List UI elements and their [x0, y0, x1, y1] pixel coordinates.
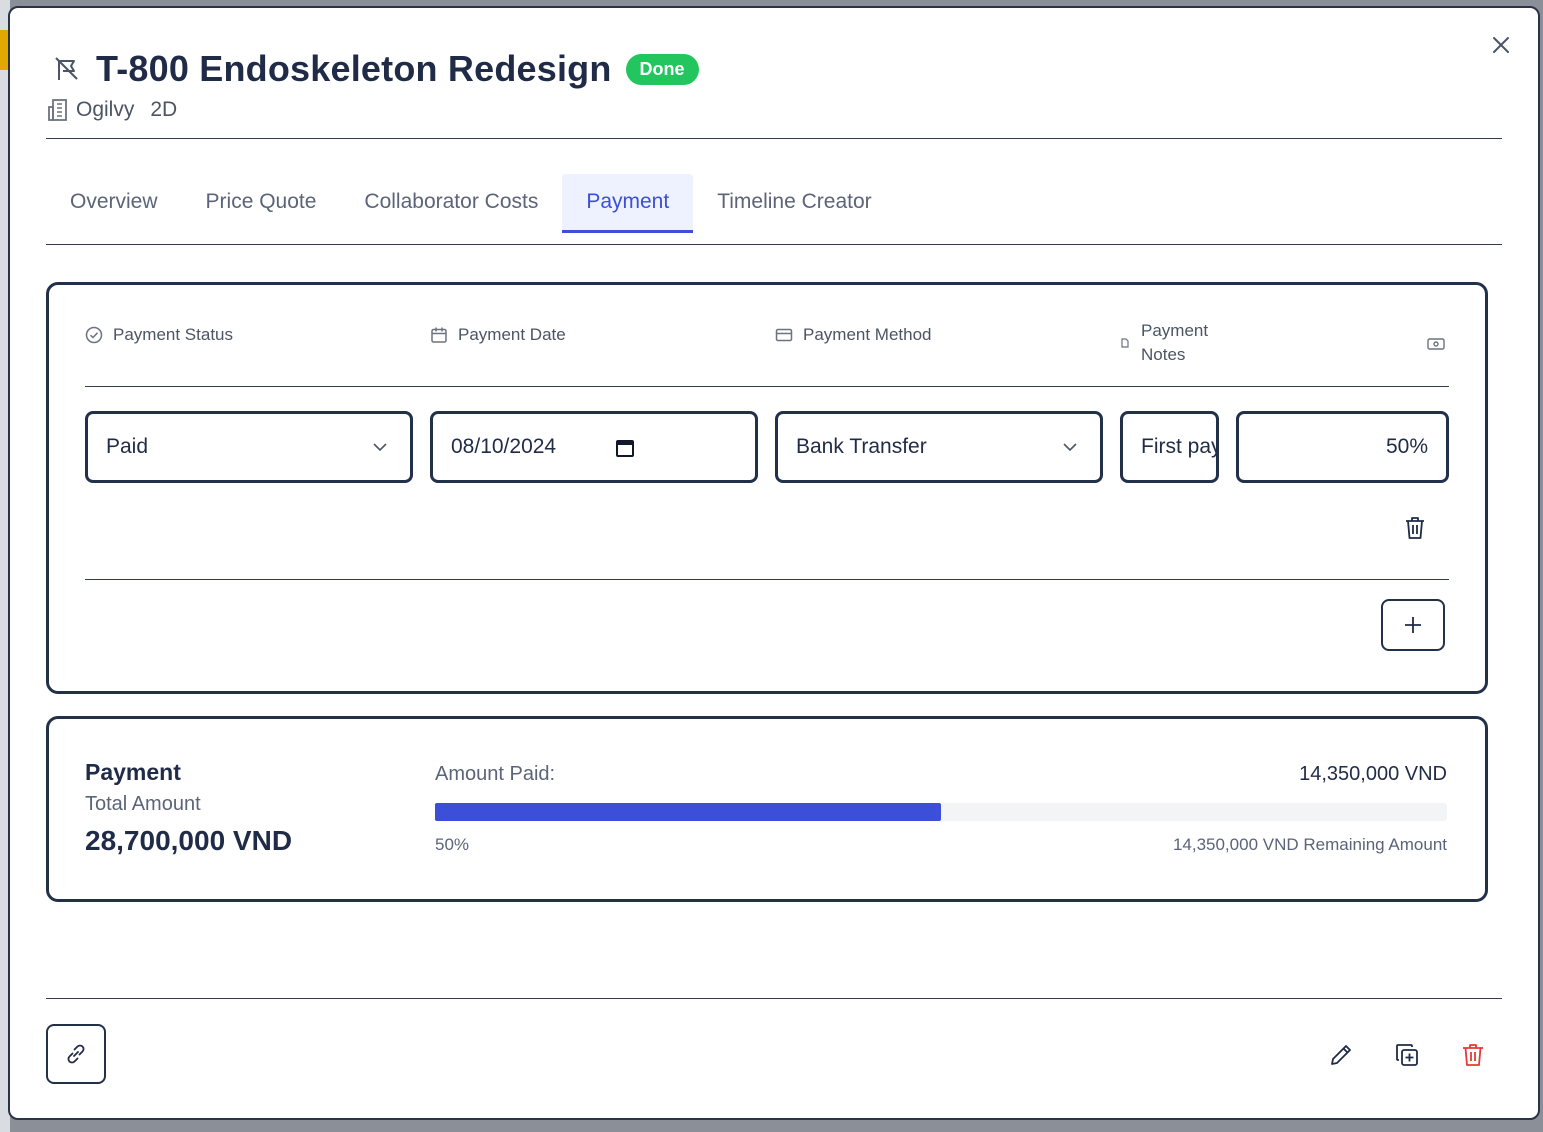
project-modal: T-800 Endoskeleton Redesign Done Ogilvy …: [8, 6, 1540, 1120]
payment-date-input[interactable]: 08/10/2024: [430, 411, 758, 483]
input-value: 08/10/2024: [451, 435, 557, 458]
calendar-icon[interactable]: [615, 438, 635, 458]
flag-off-icon[interactable]: [52, 54, 82, 84]
column-label: Payment Status: [113, 325, 234, 344]
project-type: 2D: [150, 98, 178, 121]
duplicate-icon[interactable]: [1394, 1042, 1420, 1068]
add-payment-button[interactable]: [1381, 599, 1445, 651]
total-amount-value: 28,700,000 VND: [85, 825, 293, 856]
tab-timeline-creator[interactable]: Timeline Creator: [693, 174, 895, 230]
progress-fill: [435, 803, 941, 821]
money-icon: [1427, 338, 1445, 350]
amount-paid-label: Amount Paid:: [435, 763, 556, 785]
total-amount-label: Total Amount: [85, 793, 201, 815]
delete-icon[interactable]: [1460, 1042, 1486, 1068]
tab-price-quote[interactable]: Price Quote: [182, 174, 341, 230]
note-icon: [1121, 338, 1129, 348]
payment-status-select[interactable]: Paid: [85, 411, 413, 483]
credit-card-icon: [775, 328, 793, 342]
calendar-icon: [431, 327, 447, 343]
column-header-date: Payment Date: [430, 325, 566, 345]
payment-percent-input[interactable]: 50%: [1236, 411, 1449, 483]
column-label: Payment Method: [803, 325, 932, 344]
column-label: Payment Notes: [1141, 321, 1209, 364]
modal-header: T-800 Endoskeleton Redesign Done Ogilvy …: [48, 48, 1500, 122]
select-value: Bank Transfer: [796, 435, 927, 458]
tab-bar: Overview Price Quote Collaborator Costs …: [46, 174, 1502, 244]
column-header-status: Payment Status: [85, 325, 233, 345]
tabs-divider: [46, 244, 1502, 245]
remaining-amount: 14,350,000 VND Remaining Amount: [1172, 835, 1447, 854]
copy-link-button[interactable]: [46, 1024, 106, 1084]
column-label: Payment Date: [458, 325, 566, 344]
footer-divider: [46, 998, 1502, 999]
link-icon: [67, 1044, 85, 1064]
payment-notes-input[interactable]: First payment: [1120, 411, 1219, 483]
status-badge: Done: [625, 53, 699, 85]
row-divider: [85, 579, 1449, 580]
check-circle-icon: [85, 326, 103, 344]
header-divider: [46, 138, 1502, 139]
column-header-notes: Payment Notes: [1119, 319, 1221, 367]
trash-icon[interactable]: [1403, 515, 1427, 541]
page-title: T-800 Endoskeleton Redesign: [96, 48, 612, 89]
building-icon: [48, 99, 67, 121]
payment-method-select[interactable]: Bank Transfer: [775, 411, 1103, 483]
input-value: 50%: [1385, 435, 1428, 458]
payment-entries-card: Payment Status Payment Date Payment Meth…: [46, 282, 1488, 694]
tab-overview[interactable]: Overview: [46, 174, 182, 230]
chevron-down-icon: [1063, 443, 1077, 452]
column-header-method: Payment Method: [775, 325, 932, 345]
table-header-divider: [85, 386, 1449, 387]
payment-summary-card: Payment Total Amount 28,700,000 VND Amou…: [46, 716, 1488, 902]
payment-progress-bar: [435, 803, 1447, 821]
pencil-icon[interactable]: [1328, 1042, 1354, 1068]
tab-collaborator-costs[interactable]: Collaborator Costs: [340, 174, 562, 230]
backdrop-accent: [0, 30, 8, 70]
plus-icon: [1405, 617, 1421, 633]
client-name: Ogilvy: [76, 98, 135, 121]
tab-payment[interactable]: Payment: [562, 174, 694, 233]
input-value: First payment: [1141, 435, 1219, 458]
amount-paid-value: 14,350,000 VND: [1299, 763, 1447, 785]
select-value: Paid: [106, 435, 149, 458]
chevron-down-icon: [373, 443, 387, 452]
summary-title: Payment: [85, 759, 181, 785]
progress-percent: 50%: [435, 835, 470, 854]
